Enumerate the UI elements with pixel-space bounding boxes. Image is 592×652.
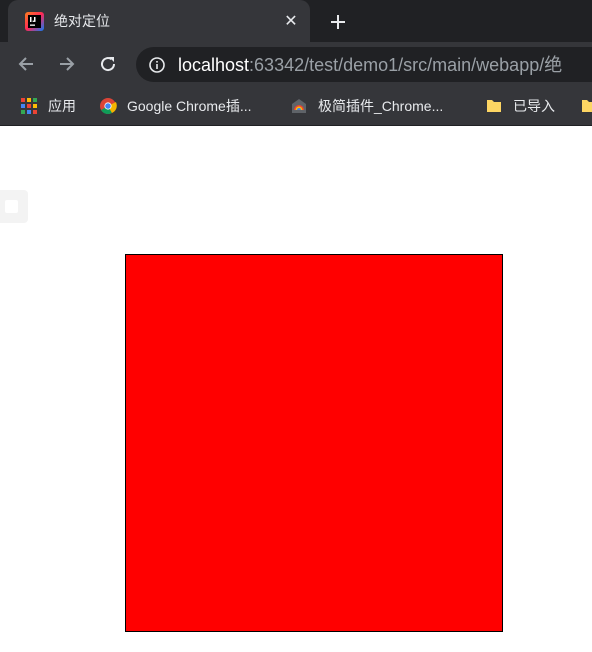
bookmark-label: 极简插件_Chrome... bbox=[318, 98, 444, 114]
url-host: localhost bbox=[178, 55, 250, 75]
bookmark-label: 应用 bbox=[48, 98, 76, 114]
chrome-icon bbox=[100, 98, 117, 115]
extension-store-icon bbox=[292, 99, 306, 113]
bookmark-google-chrome-plugins[interactable]: Google Chrome插... bbox=[99, 95, 252, 117]
bookmark-label: 已导入 bbox=[513, 98, 555, 114]
close-tab-icon[interactable]: ✕ bbox=[282, 12, 300, 30]
bookmark-apps[interactable]: 应用 bbox=[20, 95, 76, 117]
bookmark-folder-imported[interactable]: 已导入 bbox=[485, 95, 555, 117]
bookmark-label: Google Chrome插... bbox=[127, 98, 252, 114]
arrow-right-icon bbox=[60, 57, 75, 71]
forward-button[interactable] bbox=[55, 52, 79, 76]
info-icon[interactable] bbox=[148, 56, 166, 74]
bookmark-minimal-extensions[interactable]: 极简插件_Chrome... bbox=[290, 95, 443, 117]
back-button[interactable] bbox=[14, 52, 38, 76]
folder-icon bbox=[487, 100, 501, 112]
absolute-positioned-box bbox=[125, 254, 503, 632]
extension-side-widget[interactable] bbox=[0, 190, 28, 223]
intellij-idea-icon bbox=[25, 12, 44, 31]
bookmarks-bar: 应用 Google Chrome插... 极简插件_Chrome... 已导入 bbox=[0, 87, 592, 126]
tab-strip: 绝对定位 ✕ bbox=[0, 0, 592, 42]
apps-grid-icon bbox=[21, 98, 37, 114]
active-tab[interactable]: 绝对定位 ✕ bbox=[8, 0, 310, 42]
folder-icon bbox=[582, 100, 592, 112]
address-bar[interactable]: localhost:63342/test/demo1/src/main/weba… bbox=[136, 47, 592, 82]
tab-title: 绝对定位 bbox=[54, 13, 110, 29]
browser-toolbar: localhost:63342/test/demo1/src/main/weba… bbox=[0, 42, 592, 87]
bookmark-folder-partial[interactable] bbox=[580, 95, 592, 117]
url-path: :63342/test/demo1/src/main/webapp/绝 bbox=[249, 55, 563, 75]
new-tab-button[interactable] bbox=[326, 10, 350, 34]
reload-button[interactable] bbox=[96, 52, 120, 76]
widget-square-icon bbox=[5, 200, 18, 213]
plus-icon bbox=[331, 15, 345, 29]
url-text: localhost:63342/test/demo1/src/main/weba… bbox=[178, 55, 562, 75]
page-viewport bbox=[0, 126, 592, 652]
reload-icon bbox=[101, 57, 116, 72]
arrow-left-icon bbox=[18, 57, 33, 71]
